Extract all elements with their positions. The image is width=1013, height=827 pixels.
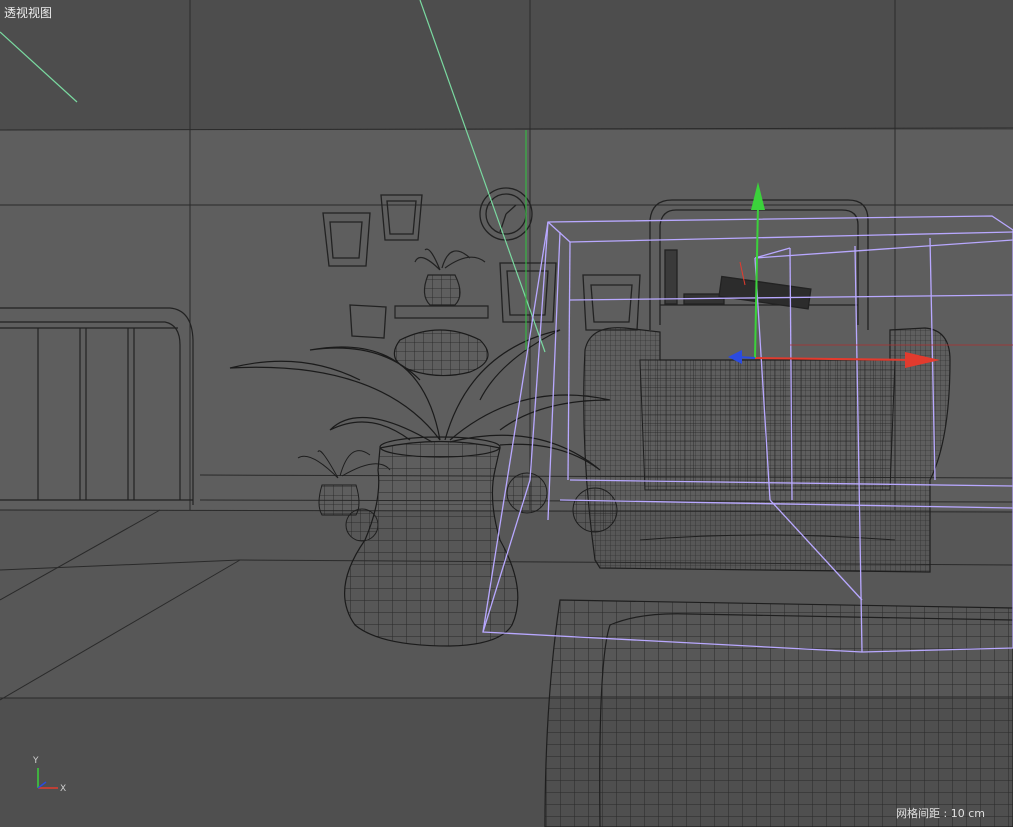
ceiling-plane bbox=[0, 0, 1013, 130]
perspective-viewport[interactable]: 透视视图 Y X 网格间距 : 10 cm bbox=[0, 0, 1013, 827]
viewport-title[interactable]: 透视视图 bbox=[4, 4, 52, 21]
foreground-rug bbox=[544, 599, 1013, 827]
viewport-scene[interactable] bbox=[0, 0, 1013, 827]
